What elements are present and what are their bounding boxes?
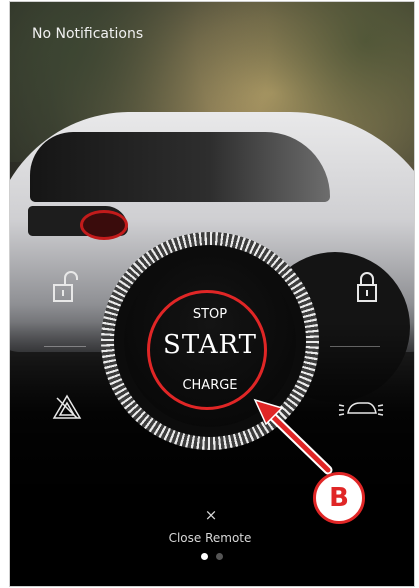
page-dot-active[interactable] xyxy=(201,553,208,560)
callout-badge: B xyxy=(313,472,365,524)
close-remote-button[interactable]: Close Remote xyxy=(150,531,270,545)
close-icon[interactable]: × xyxy=(204,506,218,524)
page-dot-inactive[interactable] xyxy=(216,553,223,560)
page-indicator xyxy=(201,553,223,560)
